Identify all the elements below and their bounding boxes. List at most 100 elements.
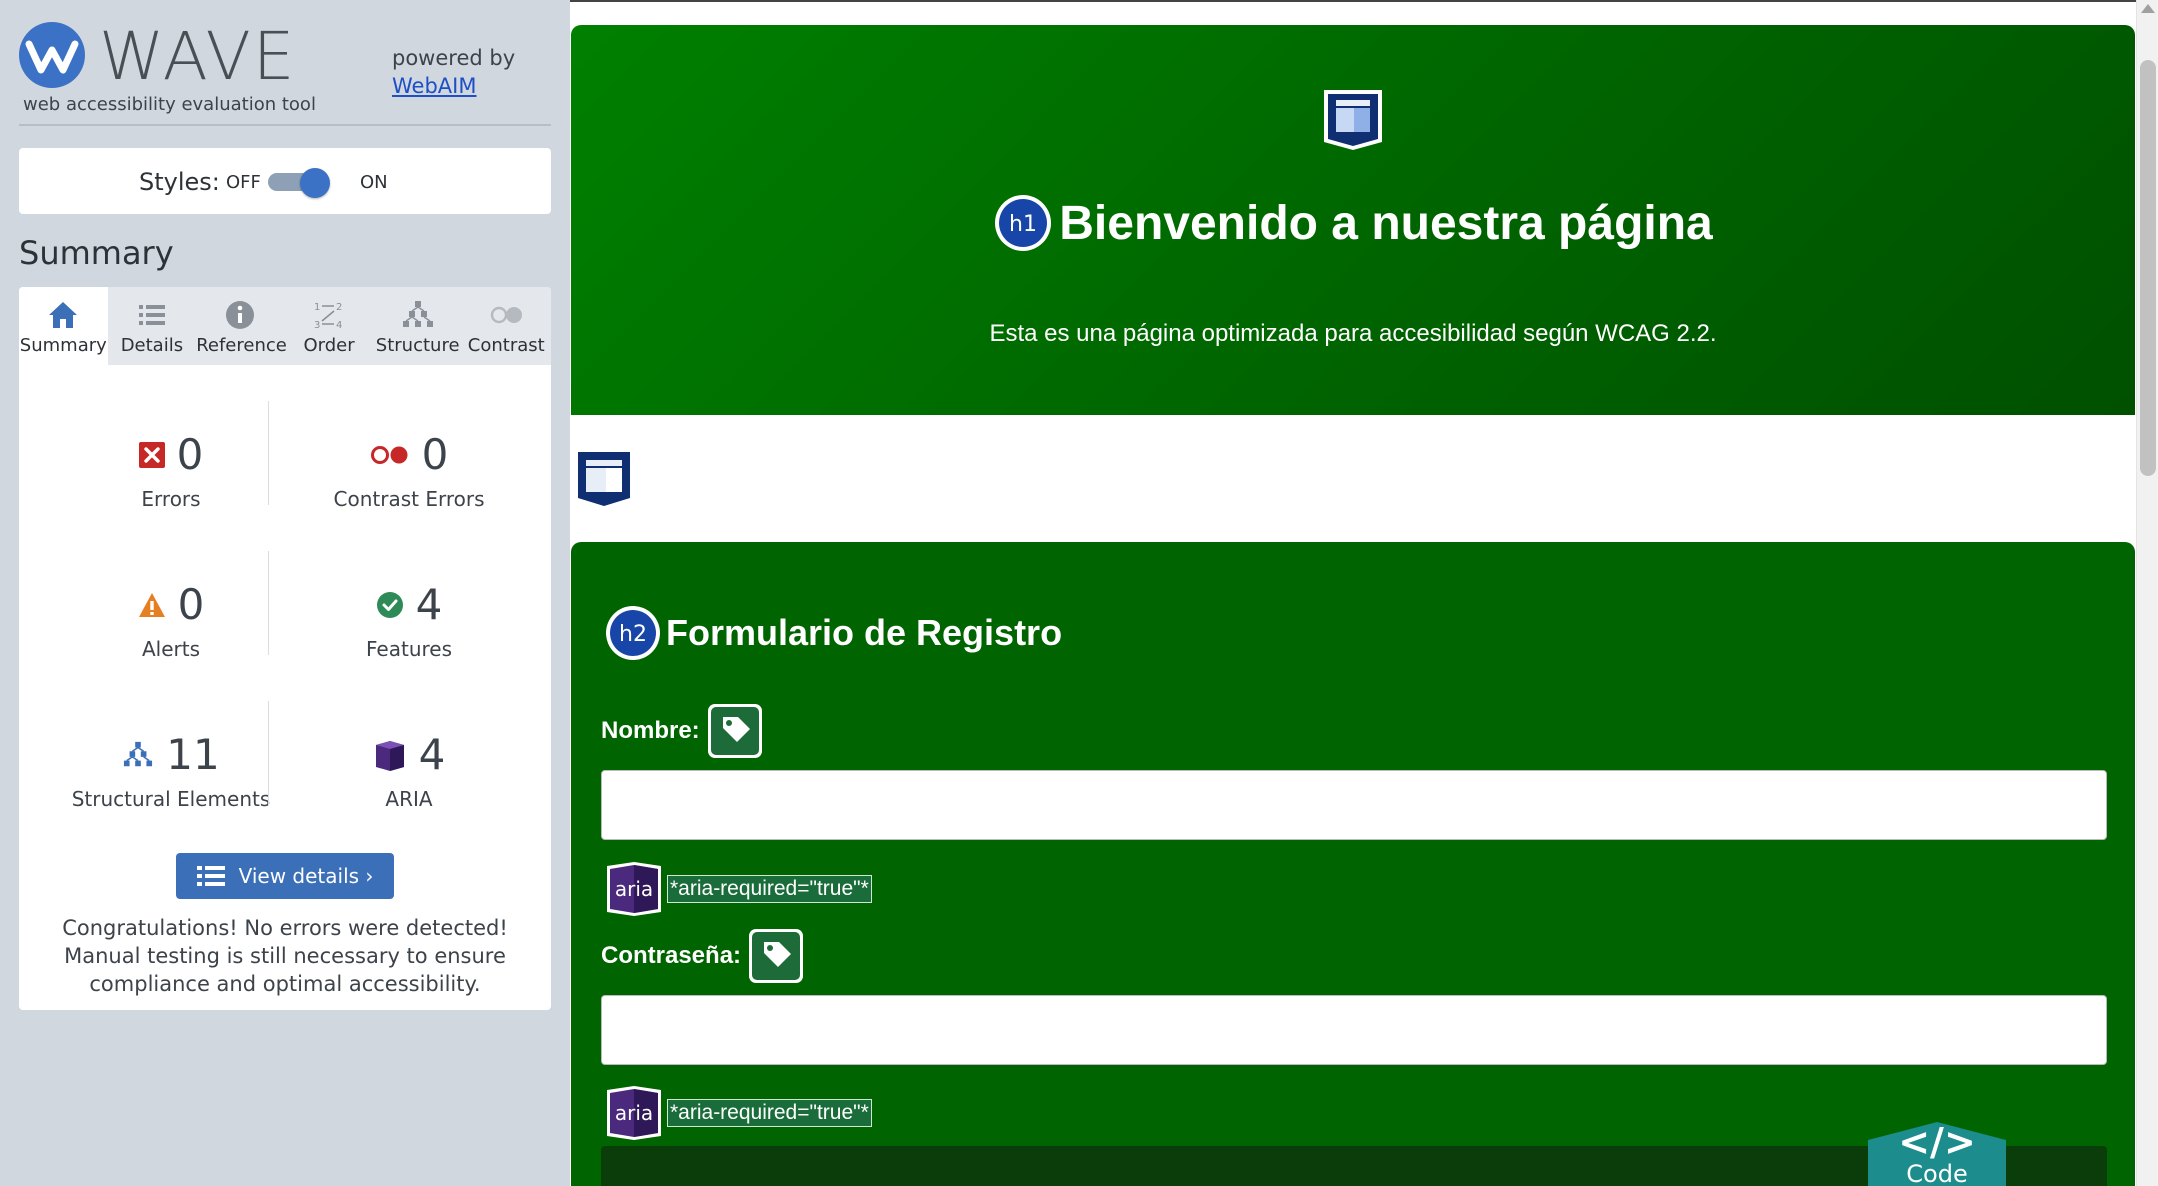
summary-panel: Summary Details Reference 1 2 3 4 Order Str…: [19, 287, 551, 1010]
aria-badge-text: aria: [615, 1101, 653, 1125]
svg-text:2: 2: [336, 302, 342, 313]
aria-required-attr: *aria-required="true"*: [667, 1099, 872, 1127]
styles-off-label: OFF: [226, 172, 261, 193]
label-tag-icon[interactable]: [706, 702, 764, 760]
list-icon: [138, 305, 165, 325]
aria-badge-icon[interactable]: aria: [605, 1084, 663, 1142]
page-heading-1: h1 Bienvenido a nuestra página: [571, 193, 2135, 253]
wave-logo-icon: [19, 22, 85, 88]
aria-count: 4: [418, 730, 446, 779]
features-count: 4: [415, 580, 443, 629]
info-icon: [226, 301, 255, 329]
tab-reference[interactable]: Reference: [196, 287, 287, 365]
page-preview: h1 Bienvenido a nuestra página Esta es u…: [570, 0, 2136, 1186]
stat-divider: [268, 401, 269, 505]
error-icon: [138, 442, 165, 468]
scroll-up-arrow-icon[interactable]: [2141, 4, 2155, 13]
alerts-label: Alerts: [141, 637, 201, 661]
features-label: Features: [366, 637, 452, 661]
structural-count: 11: [166, 730, 220, 779]
header-landmark-icon[interactable]: [1320, 86, 1386, 152]
h1-text: Bienvenido a nuestra página: [1059, 196, 1713, 250]
tab-summary[interactable]: Summary: [19, 287, 108, 365]
page-subtitle: Esta es una página optimizada para acces…: [989, 320, 1717, 347]
aria-badge-icon[interactable]: aria: [605, 860, 663, 918]
page-scrollbar[interactable]: [2136, 0, 2158, 1186]
tab-label: Details: [120, 335, 184, 356]
structure-icon: [124, 741, 153, 767]
code-label: Code: [1906, 1160, 1968, 1186]
tab-label: Structure: [375, 335, 460, 356]
h2-text: Formulario de Registro: [666, 612, 1063, 653]
svg-text:4: 4: [336, 320, 342, 331]
tab-details[interactable]: Details: [108, 287, 197, 365]
h2-badge-icon[interactable]: h2: [604, 604, 662, 662]
h2-badge-text: h2: [619, 622, 647, 647]
panel-tabs: Summary Details Reference 1 2 3 4 Order Str…: [19, 287, 551, 365]
features-stat[interactable]: 4 Features: [289, 580, 529, 662]
wave-tagline: web accessibility evaluation tool: [23, 94, 316, 115]
aria-stat[interactable]: 4 ARIA: [289, 731, 529, 811]
contrasena-input[interactable]: [601, 995, 2107, 1065]
congrats-message: Congratulations! No errors were detected…: [62, 916, 508, 996]
tab-label: Contrast: [467, 335, 545, 356]
structure-icon: [402, 301, 433, 327]
order-icon: 1 2 3 4: [314, 302, 342, 331]
scroll-thumb[interactable]: [2140, 60, 2156, 476]
aria-cube-icon: [375, 741, 404, 771]
aria-badge-text: aria: [615, 877, 653, 901]
wave-header: WAVE web accessibility evaluation tool p…: [19, 18, 551, 126]
stat-divider: [268, 701, 269, 805]
code-icon: </>: [1898, 1120, 1976, 1164]
contrast-error-icon: [370, 446, 408, 464]
errors-stat[interactable]: 0 Errors: [51, 431, 291, 511]
errors-label: Errors: [141, 487, 201, 511]
alerts-count: 0: [177, 580, 205, 629]
nombre-aria-row: aria *aria-required="true"*: [605, 860, 872, 918]
styles-label: Styles:: [139, 168, 220, 196]
nombre-input[interactable]: [601, 770, 2107, 840]
list-icon: [196, 866, 225, 886]
wave-logo-text: WAVE: [99, 18, 297, 95]
aria-label: ARIA: [385, 787, 433, 811]
alerts-stat[interactable]: 0 Alerts: [51, 581, 291, 661]
form-heading-2: h2 Formulario de Registro: [604, 604, 1062, 662]
contrast-errors-stat[interactable]: 0 Contrast Errors: [289, 430, 529, 512]
code-toggle-button[interactable]: </> Code: [1868, 1122, 2006, 1186]
alert-icon: [138, 593, 165, 617]
styles-toggle-box: Styles: OFF ON: [19, 148, 551, 214]
tab-structure[interactable]: Structure: [373, 287, 462, 365]
tab-contrast[interactable]: Contrast: [462, 287, 551, 365]
tab-label: Reference: [196, 335, 287, 356]
structural-label: Structural Elements: [71, 787, 271, 811]
h1-badge-text: h1: [1009, 212, 1037, 237]
label-tag-icon[interactable]: [747, 927, 805, 985]
powered-by: powered by WebAIM: [392, 44, 515, 100]
contrast-errors-count: 0: [421, 430, 449, 479]
svg-text:1: 1: [314, 302, 320, 313]
errors-count: 0: [176, 430, 204, 479]
stat-divider: [268, 551, 269, 655]
registration-form-section: h2 Formulario de Registro Nombre: aria *…: [571, 542, 2135, 1186]
toggle-knob: [300, 168, 330, 198]
contrasena-aria-row: aria *aria-required="true"*: [605, 1084, 872, 1142]
styles-on-label: ON: [360, 172, 388, 193]
main-landmark-icon[interactable]: [576, 450, 632, 508]
webaim-link[interactable]: WebAIM: [392, 72, 515, 100]
contrasena-label-text: Contraseña:: [601, 942, 742, 969]
view-details-button[interactable]: View details ›: [176, 853, 394, 899]
h1-badge-icon[interactable]: h1: [993, 193, 1053, 253]
feature-check-icon: [376, 592, 403, 618]
wave-sidebar: WAVE web accessibility evaluation tool p…: [0, 0, 570, 1186]
structural-stat[interactable]: 11 Structural Elements: [51, 730, 291, 812]
contrast-errors-label: Contrast Errors: [333, 487, 485, 511]
tab-order[interactable]: 1 2 3 4 Order: [285, 287, 374, 365]
tab-label: Summary: [19, 335, 107, 356]
aria-required-attr: *aria-required="true"*: [667, 875, 872, 903]
styles-toggle-switch[interactable]: [268, 168, 330, 198]
nombre-label: Nombre:: [601, 702, 764, 760]
svg-text:3: 3: [314, 320, 320, 331]
tab-label: Order: [303, 335, 355, 356]
contrasena-label: Contraseña:: [601, 927, 805, 985]
view-details-label: View details ›: [238, 864, 374, 888]
